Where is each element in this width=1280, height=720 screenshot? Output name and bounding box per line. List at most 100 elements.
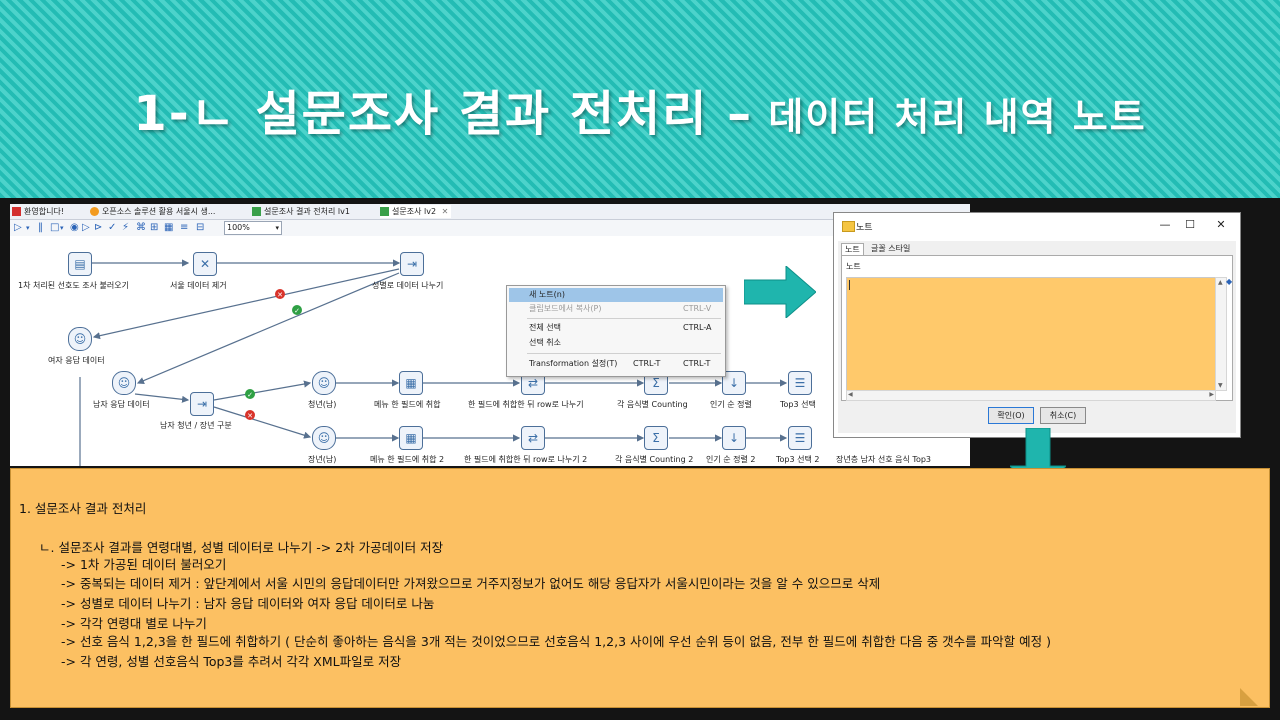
chevron-left-icon[interactable]: ◀ [848, 391, 853, 398]
sql-icon[interactable]: ⌘ [136, 222, 146, 234]
menu-item-new-note[interactable]: 새 노트(n) [509, 288, 723, 302]
note-line: 1. 설문조사 결과 전처리 [19, 501, 147, 516]
ok-button[interactable]: 확인(O) [988, 407, 1034, 424]
cancel-button[interactable]: 취소(C) [1040, 407, 1086, 424]
close-icon[interactable]: ✕ [1210, 217, 1232, 233]
menu-item-select-all[interactable]: 전체 선택 CTRL-A [509, 321, 723, 335]
group-by-icon[interactable]: Σ [644, 426, 668, 450]
debug-icon[interactable]: ▷ [82, 222, 90, 234]
menu-item-shortcut: CTRL-T [633, 359, 661, 368]
tab-lv1-label: 설문조사 결과 전처리 lv1 [264, 207, 350, 216]
text-file-input-icon[interactable]: ▤ [68, 252, 92, 276]
note-icon [842, 221, 855, 232]
chevron-up-icon[interactable]: ▲ [1218, 279, 1223, 286]
menu-item-shortcut: CTRL-V [683, 304, 712, 313]
chevron-down-icon[interactable]: ▾ [26, 222, 30, 234]
chevron-down-icon[interactable]: ▼ [1218, 382, 1223, 389]
menu-separator [527, 318, 721, 319]
menu-item-deselect[interactable]: 선택 취소 [509, 336, 723, 350]
note-corner-fold [1240, 688, 1258, 706]
filter-age-icon[interactable]: ⇥ [190, 392, 214, 416]
node-label-top3-2: Top3 선택 2 [776, 455, 820, 464]
stop-icon[interactable]: □ [50, 222, 59, 234]
node-label-load: 1차 처리된 선호도 조사 불러오기 [18, 281, 129, 290]
svg-text:✕: ✕ [277, 291, 283, 299]
close-icon[interactable]: ✕ [442, 207, 449, 216]
preview-icon[interactable]: ◉ [70, 222, 79, 234]
menu-separator [527, 353, 721, 354]
impact-icon[interactable]: ⚡ [122, 222, 129, 234]
hop-split-female[interactable] [92, 268, 400, 340]
spoon-editor-window: 환영합니다! 오픈소스 솔루션 활용 서울시 생... 설문조사 결과 전처리 … [10, 204, 970, 466]
dialog-body: 노트 글꼴 스타일 노트 ▲ ▼ ◀ ▶ ◆ 확인(O) 취소(C) [838, 241, 1236, 433]
female-mapping-icon[interactable]: ☺ [68, 327, 92, 351]
tab-welcome[interactable]: 환영합니다! [12, 205, 64, 218]
hop-age-young[interactable] [213, 380, 312, 401]
node-label-split-gender: 성별로 데이터 나누기 [372, 281, 444, 290]
align-icon[interactable]: ≡ [180, 222, 188, 234]
unique-rows-icon[interactable]: ✕ [193, 252, 217, 276]
filter-rows-icon[interactable]: ⇥ [400, 252, 424, 276]
note-textarea[interactable] [846, 277, 1216, 391]
tab-lv2-label: 설문조사 lv2 [392, 207, 437, 216]
arrow-right-icon [744, 266, 816, 318]
transformation-canvas[interactable]: ✕ ✓ ✓ ✕ ▤ 1차 처리된 선호도 조사 불러오기 ✕ 서울 데이터 제거… [10, 237, 970, 466]
tab-opensource[interactable]: 오픈소스 솔루션 활용 서울시 생... [90, 205, 215, 218]
hop-lines: ✕ ✓ ✓ ✕ [79, 259, 788, 466]
menu-item-label: 새 노트(n) [529, 290, 565, 299]
note-line: -> 성별로 데이터 나누기 : 남자 응답 데이터와 여자 응답 데이터로 나… [61, 596, 435, 611]
tab-font-style[interactable]: 글꼴 스타일 [871, 243, 910, 255]
node-label-count: 각 음식별 Counting [617, 400, 688, 409]
editor-toolbar: ▷ ▾ ‖ □ ▾ ◉ ▷ ⊳ ✓ ⚡ ⌘ ⊞ ▦ ≡ ⊟ 100% ▾ [10, 220, 970, 236]
top-rows-icon[interactable]: ☰ [788, 426, 812, 450]
run-icon[interactable]: ▷ [14, 222, 22, 234]
tab-opensource-label: 오픈소스 솔루션 활용 서울시 생... [102, 207, 216, 216]
show-results-icon[interactable]: ▦ [164, 222, 173, 234]
node-label-row-split-2: 한 필드에 취합한 뒤 row로 나누기 2 [464, 455, 588, 464]
text-cursor [849, 280, 850, 290]
node-label-female: 여자 응답 데이터 [48, 356, 105, 365]
grid-icon[interactable]: ⊟ [196, 222, 204, 234]
horizontal-scrollbar[interactable]: ◀ ▶ [846, 390, 1216, 401]
menu-item-shortcut: CTRL-A [683, 323, 712, 332]
chevron-down-icon[interactable]: ▾ [60, 222, 64, 234]
node-label-out-xml: 장년층 남자 선호 음식 Top3 [836, 455, 932, 464]
minimize-icon[interactable]: — [1154, 217, 1176, 233]
transformation-icon [380, 207, 389, 216]
menu-item-transformation-settings[interactable]: Transformation 설정(T) CTRL-T CTRL-T [509, 357, 723, 371]
zoom-select[interactable]: 100% ▾ [224, 221, 282, 235]
tab-lv1[interactable]: 설문조사 결과 전처리 lv1 [252, 205, 350, 218]
dialog-title: 노트 [856, 223, 873, 233]
vertical-scrollbar[interactable]: ▲ ▼ [1215, 277, 1227, 391]
note-line: -> 중복되는 데이터 제거 : 앞단계에서 서울 시민의 응답데이터만 가져왔… [61, 576, 881, 591]
verify-icon[interactable]: ✓ [108, 222, 116, 234]
svg-text:✓: ✓ [247, 391, 253, 399]
node-label-young: 청년(남) [308, 400, 337, 409]
node-label-sort: 인기 순 정렬 [710, 400, 752, 409]
replay-icon[interactable]: ⊳ [94, 222, 102, 234]
pause-icon[interactable]: ‖ [38, 222, 43, 234]
editor-tab-bar: 환영합니다! 오픈소스 솔루션 활용 서울시 생... 설문조사 결과 전처리 … [10, 204, 970, 220]
slide-title: 1-ㄴ 설문조사 결과 전처리 – 데이터 처리 내역 노트 [0, 74, 1280, 144]
old-mapping-icon[interactable]: ☺ [312, 426, 336, 450]
explore-icon[interactable]: ⊞ [150, 222, 158, 234]
zoom-value: 100% [227, 223, 250, 232]
sort-rows-icon[interactable]: ↓ [722, 426, 746, 450]
calculator-icon[interactable]: ▦ [399, 371, 423, 395]
young-mapping-icon[interactable]: ☺ [312, 371, 336, 395]
maximize-icon[interactable]: ☐ [1179, 217, 1201, 233]
node-label-split-age: 남자 청년 / 장년 구분 [160, 421, 232, 430]
chevron-right-icon[interactable]: ▶ [1209, 391, 1214, 398]
variable-icon[interactable]: ◆ [1226, 277, 1232, 286]
note-panel: 노트 ▲ ▼ ◀ ▶ ◆ [841, 255, 1233, 401]
male-mapping-icon[interactable]: ☺ [112, 371, 136, 395]
menu-item-label: 선택 취소 [529, 338, 561, 347]
menu-item-paste[interactable]: 클립보드에서 복사(P) CTRL-V [509, 302, 723, 316]
calculator-icon[interactable]: ▦ [399, 426, 423, 450]
node-label-top3: Top3 선택 [780, 400, 816, 409]
tab-lv2[interactable]: 설문조사 lv2 ✕ [380, 205, 452, 218]
svg-text:✓: ✓ [294, 307, 300, 315]
top-rows-icon[interactable]: ☰ [788, 371, 812, 395]
split-rows-icon[interactable]: ⇄ [521, 426, 545, 450]
title-banner: 1-ㄴ 설문조사 결과 전처리 – 데이터 처리 내역 노트 [0, 0, 1280, 198]
